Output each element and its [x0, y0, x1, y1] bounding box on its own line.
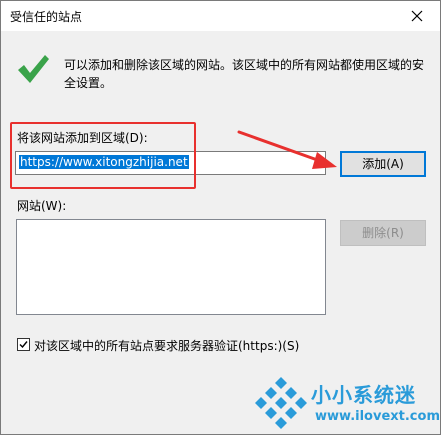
checkbox-check-icon	[19, 341, 28, 349]
watermark: 小小系统迷 www.ilovext.com	[253, 371, 440, 433]
require-https-checkbox[interactable]	[17, 338, 30, 351]
watermark-logo-icon	[255, 377, 307, 429]
sites-label: 网站(W):	[17, 199, 67, 213]
sites-list[interactable]	[16, 219, 326, 315]
watermark-name: 小小系统迷	[311, 383, 416, 407]
remove-button: 删除(R)	[340, 220, 426, 246]
watermark-url: www.ilovext.com	[315, 409, 440, 424]
require-https-label[interactable]: 对该区域中的所有站点要求服务器验证(https:)(S)	[34, 337, 299, 354]
trusted-sites-dialog: 受信任的站点 可以添加和删除该区域的网站。该区域中的所有网站都使用区域的安全设置…	[0, 0, 441, 435]
